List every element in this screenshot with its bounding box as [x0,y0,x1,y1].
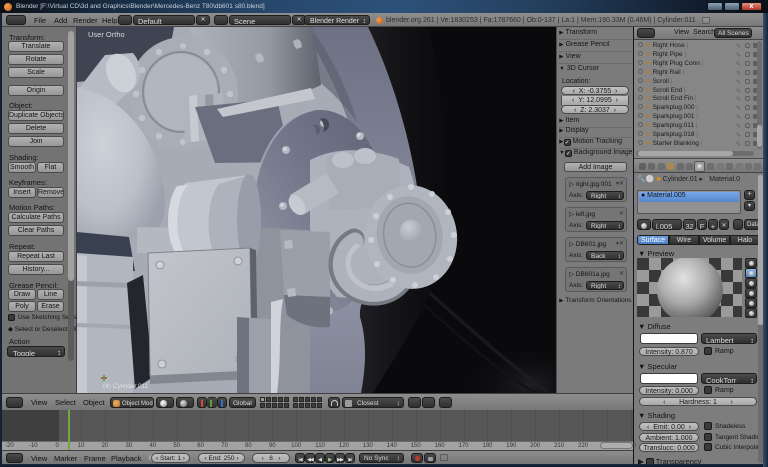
svg-text:(4) Cylinder.011: (4) Cylinder.011 [103,383,149,390]
svg-text:User Ortho: User Ortho [88,30,125,39]
